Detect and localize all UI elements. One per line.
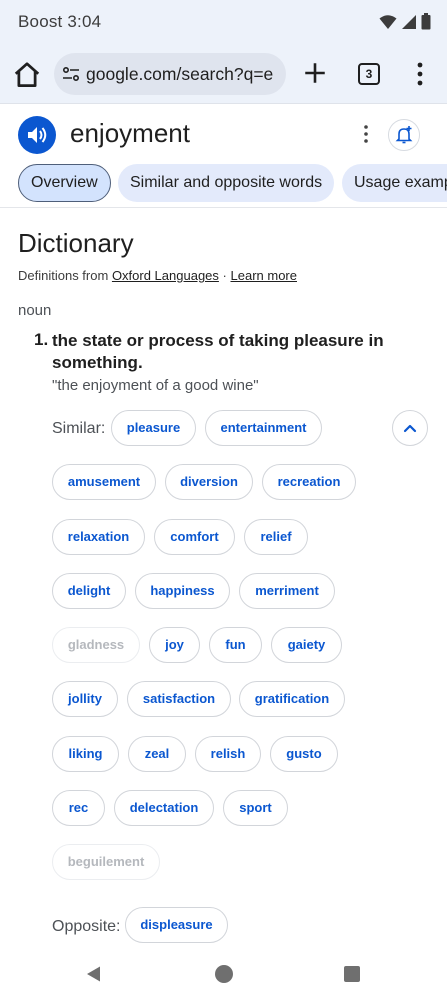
similar-word-chip[interactable]: delight	[52, 573, 126, 609]
learn-more-link[interactable]: Learn more	[231, 268, 297, 283]
definition-number: 1.	[34, 330, 49, 349]
similar-word-chip[interactable]: joy	[149, 627, 200, 663]
browser-toolbar: google.com/search?q=e 3	[0, 46, 447, 104]
opposite-word-chip[interactable]: displeasure	[125, 907, 228, 943]
home-icon[interactable]	[12, 60, 42, 90]
pronunciation-button[interactable]	[18, 116, 56, 154]
opposite-label: Opposite:	[52, 918, 121, 935]
chevron-up-icon	[403, 424, 417, 433]
similar-word-chip[interactable]: satisfaction	[127, 681, 231, 717]
similar-word-chip: gladness	[52, 627, 140, 663]
similar-word-chip[interactable]: gusto	[270, 736, 338, 772]
similar-word-chip[interactable]: relaxation	[52, 519, 145, 555]
signal-icon	[402, 14, 416, 29]
similar-word-chip[interactable]: diversion	[165, 464, 253, 500]
battery-icon	[421, 13, 431, 30]
similar-word-chip[interactable]: liking	[52, 736, 119, 772]
entity-title: enjoyment	[70, 118, 190, 148]
tab-usage-examples[interactable]: Usage examp	[342, 164, 447, 202]
similar-word-chip[interactable]: fun	[209, 627, 262, 663]
menu-icon[interactable]	[412, 61, 428, 87]
site-settings-icon[interactable]	[62, 65, 80, 83]
oxford-languages-link[interactable]: Oxford Languages	[112, 268, 219, 283]
back-icon[interactable]	[84, 964, 104, 984]
similar-word-chip[interactable]: happiness	[135, 573, 230, 609]
collapse-similar-button[interactable]	[392, 410, 428, 446]
similar-word-chip[interactable]: comfort	[154, 519, 235, 555]
separator: ·	[222, 268, 227, 283]
similar-label: Similar:	[52, 420, 106, 437]
dictionary-title: Dictionary	[18, 228, 134, 258]
url-text: google.com/search?q=e	[86, 64, 274, 84]
follow-button[interactable]	[388, 119, 420, 151]
speaker-icon	[28, 127, 47, 143]
section-tabs: Overview Similar and opposite words Usag…	[0, 162, 447, 208]
similar-word-chip[interactable]: gratification	[239, 681, 345, 717]
definitions-from-label: Definitions from	[18, 268, 109, 283]
tab-overview[interactable]: Overview	[18, 164, 111, 202]
similar-word-chip[interactable]: jollity	[52, 681, 118, 717]
home-nav-icon[interactable]	[214, 964, 234, 984]
entity-header: enjoyment	[0, 104, 447, 162]
similar-word-chip[interactable]: entertainment	[205, 410, 322, 446]
status-bar: Boost 3:04	[0, 0, 447, 46]
similar-word-chip[interactable]: zeal	[128, 736, 186, 772]
new-tab-icon[interactable]	[302, 60, 328, 86]
part-of-speech: noun	[18, 302, 52, 319]
similar-word-chip[interactable]: sport	[223, 790, 288, 826]
status-icons	[379, 13, 431, 30]
bell-add-icon	[395, 126, 413, 144]
definitions-source: Definitions from Oxford Languages · Lear…	[18, 268, 297, 283]
similar-word-chip[interactable]: pleasure	[111, 410, 196, 446]
address-bar[interactable]: google.com/search?q=e	[54, 53, 286, 95]
definition-text: the state or process of taking pleasure …	[52, 331, 384, 372]
similar-word-chip[interactable]: delectation	[114, 790, 214, 826]
recents-icon[interactable]	[343, 965, 361, 983]
system-nav-bar	[0, 948, 447, 1000]
wifi-icon	[379, 14, 397, 29]
tab-switcher-icon[interactable]: 3	[358, 63, 380, 85]
similar-word-chip[interactable]: gaiety	[271, 627, 342, 663]
more-vert-icon[interactable]	[358, 123, 374, 145]
similar-word-chip: beguilement	[52, 844, 160, 880]
similar-word-chip[interactable]: merriment	[239, 573, 335, 609]
similar-word-chip[interactable]: rec	[52, 790, 105, 826]
example-sentence: "the enjoyment of a good wine"	[52, 377, 259, 394]
tab-similar-opposite[interactable]: Similar and opposite words	[118, 164, 335, 202]
similar-word-chip[interactable]: amusement	[52, 464, 156, 500]
similar-word-chip[interactable]: relish	[195, 736, 261, 772]
similar-word-chip[interactable]: relief	[244, 519, 308, 555]
carrier-time: Boost 3:04	[18, 12, 102, 31]
similar-word-chip[interactable]: recreation	[262, 464, 356, 500]
